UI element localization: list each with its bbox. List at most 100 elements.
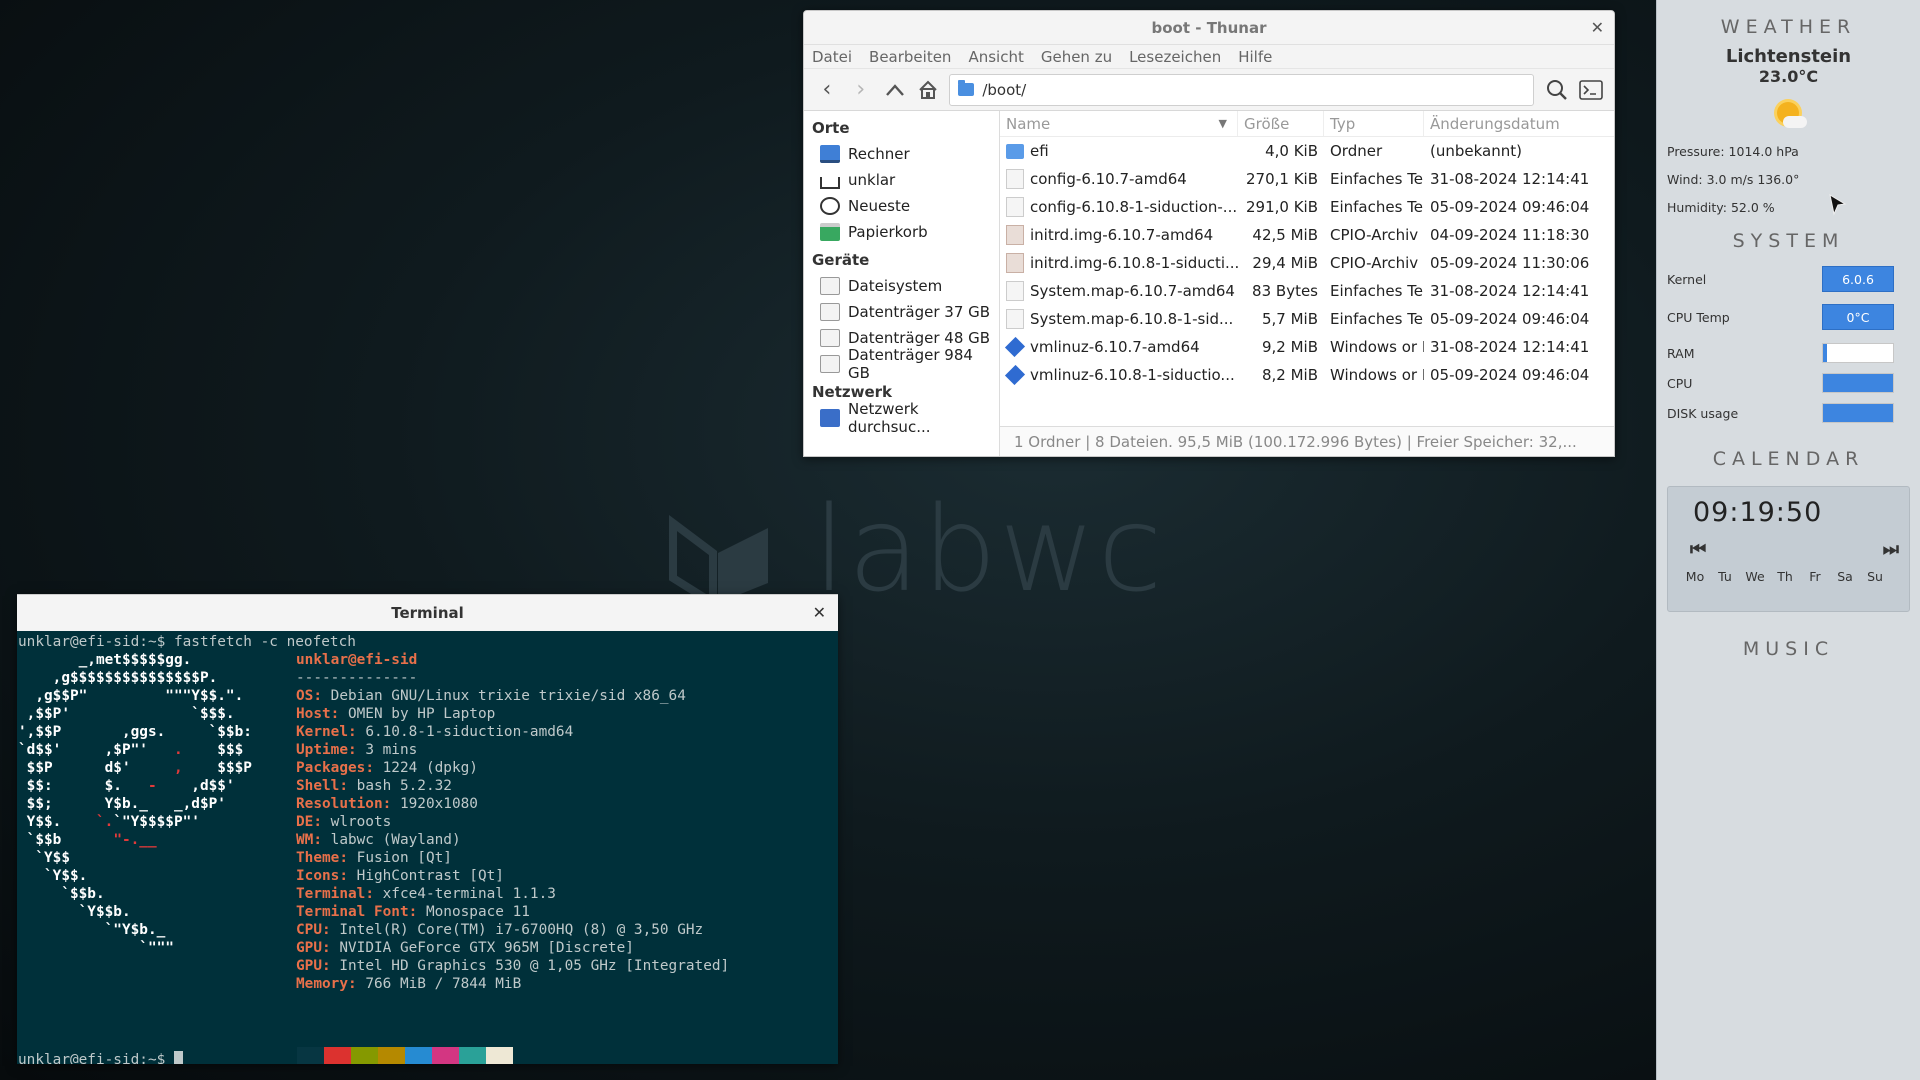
sidebar-item-recent[interactable]: Neueste [804, 193, 999, 219]
menu-lesezeichen[interactable]: Lesezeichen [1129, 48, 1221, 66]
file-name: vmlinuz-6.10.7-amd64 [1030, 338, 1200, 356]
sidebar-item-drive-984gb[interactable]: Datenträger 984 GB [804, 346, 999, 382]
kernel-value: 6.0.6 [1822, 266, 1894, 292]
file-row[interactable]: config-6.10.8-1-siduction-... 291,0 KiB Ei… [1000, 193, 1614, 221]
weekday-label: Th [1777, 569, 1793, 584]
info-value: HighContrast [Qt] [356, 868, 504, 884]
cpu-temp-value: 0°C [1822, 304, 1894, 330]
chevron-up-icon [885, 83, 904, 96]
close-icon[interactable]: ✕ [1591, 18, 1604, 37]
info-label: Terminal Font [296, 904, 409, 920]
file-row[interactable]: efi 4,0 KiB Ordner (unbekannt) [1000, 137, 1614, 165]
menu-bearbeiten[interactable]: Bearbeiten [869, 48, 951, 66]
archive-file-icon [1006, 253, 1024, 273]
home-button[interactable] [911, 74, 945, 106]
info-line: GPU: NVIDIA GeForce GTX 965M [Discrete] [296, 940, 634, 956]
info-value: Fusion [Qt] [356, 850, 452, 866]
info-label: Resolution [296, 796, 383, 812]
info-value: OMEN by HP Laptop [347, 706, 496, 722]
close-icon[interactable]: ✕ [813, 603, 826, 622]
column-name[interactable]: Name ▼ [1000, 111, 1238, 136]
sidebar-item-filesystem[interactable]: Dateisystem [804, 273, 999, 299]
file-date: 05-09-2024 09:46:04 [1430, 198, 1590, 216]
menu-hilfe[interactable]: Hilfe [1238, 48, 1272, 66]
sidebar-item-network[interactable]: Netzwerk durchsuc... [804, 400, 999, 436]
search-button[interactable] [1540, 74, 1574, 106]
next-month-icon[interactable]: ⏭ [1883, 539, 1899, 560]
file-row[interactable]: System.map-6.10.8-1-sid... 5,7 MiB Einfach… [1000, 305, 1614, 333]
file-row[interactable]: initrd.img-6.10.7-amd64 42,5 MiB CPIO-Arch… [1000, 221, 1614, 249]
text-file-icon [1006, 309, 1024, 329]
column-type[interactable]: Typ [1324, 111, 1424, 136]
previous-month-icon[interactable]: ⏮ [1690, 539, 1706, 560]
sidebar-item-trash[interactable]: Papierkorb [804, 219, 999, 245]
info-label: GPU [296, 940, 322, 956]
sidebar-item-label: Dateisystem [848, 277, 943, 295]
mouse-pointer-icon [1829, 194, 1847, 216]
column-date[interactable]: Änderungsdatum [1424, 111, 1614, 136]
prompt-line: unklar@efi-sid:~$ [18, 1051, 183, 1064]
file-row[interactable]: System.map-6.10.7-amd64 83 Bytes Einfaches… [1000, 277, 1614, 305]
thunar-body: Orte Rechner unklar Neueste Papierkorb G… [804, 111, 1614, 456]
calendar-header: CALENDAR [1712, 448, 1865, 470]
info-value: NVIDIA GeForce GTX 965M [Discrete] [339, 940, 634, 956]
file-type: Einfaches Te: [1330, 310, 1424, 328]
terminal-titlebar[interactable]: Terminal ✕ [17, 595, 838, 631]
file-name: initrd.img-6.10.7-amd64 [1030, 226, 1214, 244]
file-row[interactable]: initrd.img-6.10.8-1-siducti... 29,4 MiB CP… [1000, 249, 1614, 277]
file-size: 9,2 MiB [1261, 338, 1318, 356]
weather-pressure: Pressure: 1014.0 hPa [1667, 144, 1799, 159]
info-label: Icons [296, 868, 340, 884]
info-label: Packages [296, 760, 366, 776]
terminal-icon [1579, 79, 1603, 100]
ram-bar-fill [1823, 344, 1827, 362]
file-row[interactable]: vmlinuz-6.10.8-1-siductio... 8,2 MiB Windo… [1000, 361, 1614, 389]
sidebar-item-drive-37gb[interactable]: Datenträger 37 GB [804, 299, 999, 325]
weekday-label: We [1745, 569, 1765, 584]
user-host: unklar@efi-sid [296, 652, 418, 668]
computer-icon [820, 145, 840, 163]
home-icon [820, 177, 840, 189]
menu-datei[interactable]: Datei [812, 48, 852, 66]
thunar-titlebar[interactable]: boot - Thunar ✕ [804, 11, 1614, 45]
sidebar-item-home[interactable]: unklar [804, 167, 999, 193]
file-size: 8,2 MiB [1261, 366, 1318, 384]
terminal-output[interactable]: unklar@efi-sid:~$ fastfetch -c neofetch … [17, 631, 838, 1064]
menu-gehen-zu[interactable]: Gehen zu [1041, 48, 1112, 66]
search-icon [1547, 79, 1568, 100]
info-value: 6.10.8-1-siduction-amd64 [365, 724, 574, 740]
file-row[interactable]: config-6.10.7-amd64 270,1 KiB Einfaches Te… [1000, 165, 1614, 193]
address-bar[interactable]: /boot/ [949, 73, 1535, 106]
disk-row: DISK usage [1657, 398, 1920, 428]
disk-label: DISK usage [1667, 405, 1739, 421]
file-date: 31-08-2024 12:14:41 [1430, 170, 1590, 188]
info-value: bash 5.2.32 [356, 778, 452, 794]
menu-ansicht[interactable]: Ansicht [968, 48, 1023, 66]
info-label: Uptime [296, 742, 348, 758]
forward-button[interactable]: › [844, 74, 878, 106]
info-line: Terminal Font: Monospace 11 [296, 904, 530, 920]
sidebar-item-rechner[interactable]: Rechner [804, 141, 999, 167]
parent-folder-button[interactable] [878, 74, 912, 106]
sidebar-item-label: Netzwerk durchsuc... [848, 400, 931, 436]
info-value: Debian GNU/Linux trixie trixie/sid x86_6… [330, 688, 686, 704]
column-size[interactable]: Größe [1238, 111, 1324, 136]
file-row[interactable]: vmlinuz-6.10.7-amd64 9,2 MiB Windows or I 3… [1000, 333, 1614, 361]
archive-file-icon [1006, 225, 1024, 245]
cpu-bar-fill [1823, 374, 1893, 392]
info-value: Monospace 11 [425, 904, 530, 920]
weekday-label: Su [1867, 569, 1883, 584]
info-value: xfce4-terminal 1.1.3 [382, 886, 556, 902]
text-file-icon [1006, 169, 1024, 189]
chevron-left-icon: ‹ [822, 77, 832, 102]
back-button[interactable]: ‹ [810, 74, 844, 106]
chevron-right-icon: › [856, 77, 866, 102]
weekday-label: Fr [1809, 569, 1821, 584]
info-line: Host: OMEN by HP Laptop [296, 706, 496, 722]
command-line: unklar@efi-sid:~$ fastfetch -c neofetch [18, 634, 356, 650]
open-terminal-button[interactable] [1574, 74, 1608, 106]
weather-city: Lichtenstein [1725, 46, 1852, 67]
weather-humidity: Humidity: 52.0 % [1667, 200, 1775, 215]
cpu-row: CPU [1657, 368, 1920, 398]
file-date: 05-09-2024 09:46:04 [1430, 366, 1590, 384]
